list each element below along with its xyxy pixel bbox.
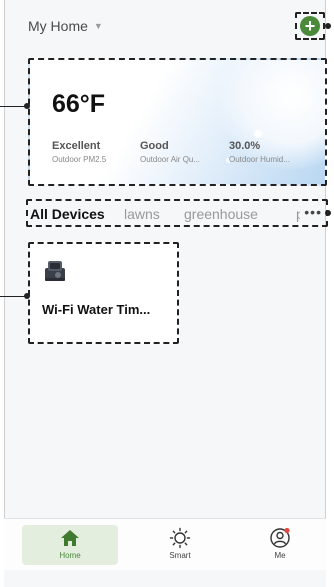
plus-circle-icon: + <box>300 16 320 36</box>
tab-all-devices[interactable]: All Devices <box>30 206 105 222</box>
stat-label: Outdoor PM2.5 <box>52 155 107 164</box>
weather-card[interactable]: 66°F Excellent Outdoor PM2.5 Good Outdoo… <box>28 58 327 186</box>
home-icon <box>61 530 79 546</box>
water-timer-device-icon <box>45 261 65 281</box>
callout-dot <box>325 210 331 216</box>
stat-label: Outdoor Humid... <box>229 155 290 164</box>
caret-down-icon: ▼ <box>93 21 103 31</box>
device-name: Wi-Fi Water Tim... <box>42 302 151 317</box>
callout-dot <box>24 293 30 299</box>
nav-me[interactable]: Me <box>232 525 328 565</box>
user-icon <box>270 527 290 548</box>
nav-label: Smart <box>169 551 191 560</box>
weather-stat-air-quality: Good Outdoor Air Qu... <box>140 140 200 164</box>
more-tabs-button[interactable]: ••• <box>300 204 322 220</box>
bubble-decoration <box>254 130 262 138</box>
callout-dot <box>325 23 331 29</box>
sun-icon <box>169 527 191 549</box>
stat-value: Good <box>140 140 169 152</box>
nav-label: Me <box>274 551 286 560</box>
home-title: My Home <box>28 18 88 34</box>
add-device-button[interactable]: + <box>295 12 325 40</box>
stat-label: Outdoor Air Qu... <box>140 155 201 164</box>
tab-greenhouse[interactable]: greenhouse <box>184 206 258 222</box>
home-selector[interactable]: My Home ▼ <box>28 14 103 38</box>
nav-label: Home <box>59 551 81 560</box>
room-tabs: All Devices lawns greenhouse po ••• <box>26 199 328 227</box>
nav-smart[interactable]: Smart <box>132 525 228 565</box>
stat-value: 30.0% <box>229 140 261 152</box>
weather-stat-pm25: Excellent Outdoor PM2.5 <box>52 140 106 164</box>
callout-dot <box>24 103 30 109</box>
weather-stat-humidity: 30.0% Outdoor Humid... <box>229 140 290 164</box>
nav-home[interactable]: Home <box>22 525 118 565</box>
device-card[interactable]: Wi-Fi Water Tim... <box>28 242 179 344</box>
stat-value: Excellent <box>52 140 101 152</box>
home-indicator-area <box>4 570 326 587</box>
temperature-value: 66°F <box>52 90 106 118</box>
bottom-nav: Home Smart Me <box>4 518 326 570</box>
tab-lawns[interactable]: lawns <box>124 206 160 222</box>
